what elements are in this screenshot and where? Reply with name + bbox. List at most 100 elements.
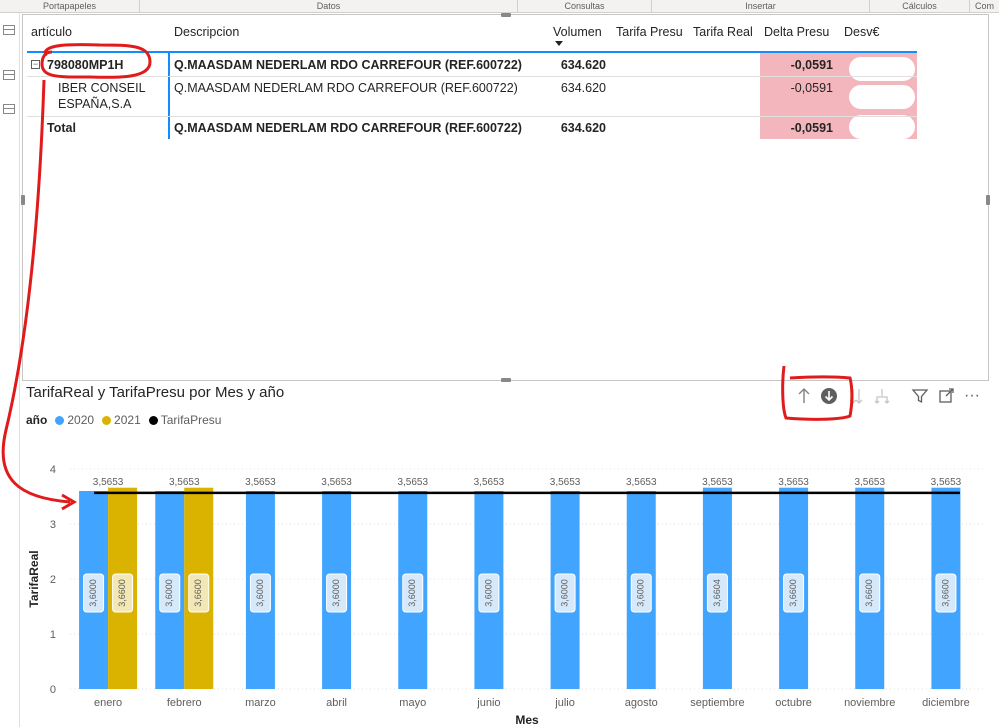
legend-item-2021[interactable]: 2021 [102, 413, 141, 427]
line-data-label: 3,5653 [931, 477, 962, 488]
more-options-icon[interactable]: ··· [962, 385, 982, 407]
bar-label-2020: 3,6000 [331, 579, 341, 607]
bar-label-2020: 3,6600 [940, 579, 950, 607]
ribbon-group-portapapeles[interactable]: Portapapeles [0, 0, 140, 13]
chart-legend: año 2020 2021 TarifaPresu [26, 413, 229, 427]
double-arrow-down-icon[interactable] [846, 385, 866, 407]
ribbon-group-calculos[interactable]: Cálculos [870, 0, 970, 13]
legend-title: año [26, 413, 48, 427]
x-tick-label: mayo [399, 697, 426, 709]
matrix-visual[interactable]: artículo Descripcion Volumen Tarifa Pres… [21, 13, 990, 382]
column-header-desv[interactable]: Desv€ [844, 25, 879, 39]
bar-label-2020: 3,6600 [864, 579, 874, 607]
x-tick-label: julio [554, 697, 575, 709]
resize-handle-right[interactable] [986, 195, 990, 205]
row-divider [27, 76, 917, 77]
filter-icon[interactable] [910, 385, 930, 407]
column-header-descripcion[interactable]: Descripcion [174, 25, 239, 39]
line-data-label: 3,5653 [93, 477, 124, 488]
drill-down-circle-icon[interactable] [819, 385, 839, 407]
data-view-icon[interactable] [3, 70, 15, 80]
ribbon-group-insertar[interactable]: Insertar [652, 0, 870, 13]
cell-articulo-child-line2[interactable]: ESPAÑA,S.A [58, 97, 131, 111]
resize-handle-top[interactable] [501, 13, 511, 17]
legend-item-2020[interactable]: 2020 [55, 413, 94, 427]
resize-handle-left[interactable] [21, 195, 25, 205]
cell-descripcion-total: Q.MAASDAM NEDERLAM RDO CARREFOUR (REF.60… [174, 121, 522, 135]
cell-articulo-child-line1[interactable]: IBER CONSEIL [58, 81, 146, 95]
column-header-volumen[interactable]: Volumen [553, 25, 602, 39]
line-data-label: 3,5653 [854, 477, 885, 488]
y-tick-label: 3 [50, 519, 56, 531]
bar-label-2020: 3,6000 [88, 579, 98, 607]
line-data-label: 3,5653 [626, 477, 657, 488]
line-data-label: 3,5653 [397, 477, 428, 488]
bar-label-2020: 3,6000 [407, 579, 417, 607]
line-data-label: 3,5653 [169, 477, 200, 488]
cell-volumen-child: 634.620 [560, 81, 606, 95]
legend-item-tarifapresu[interactable]: TarifaPresu [148, 413, 222, 427]
x-axis-title: Mes [515, 713, 539, 727]
x-tick-label: octubre [775, 697, 812, 709]
arrow-up-icon[interactable] [794, 385, 814, 407]
ribbon-group-datos[interactable]: Datos [140, 0, 518, 13]
legend-label-2020: 2020 [67, 413, 95, 427]
left-view-strip [0, 13, 20, 727]
column-chart-visual[interactable]: 0 1 2 3 4 TarifaReal Mes 3,6000 3,6600 enero 3,565… [22, 381, 989, 727]
x-tick-label: agosto [625, 697, 658, 709]
cell-descripcion-parent: Q.MAASDAM NEDERLAM RDO CARREFOUR (REF.60… [174, 58, 522, 72]
fork-icon[interactable] [872, 385, 892, 407]
sort-descending-icon [555, 41, 563, 46]
line-data-label: 3,5653 [550, 477, 581, 488]
cell-descripcion-child: Q.MAASDAM NEDERLAM RDO CARREFOUR (REF.60… [174, 81, 518, 95]
legend-label-2021: 2021 [114, 413, 141, 427]
y-tick-label: 1 [50, 629, 56, 641]
collapse-minus-icon[interactable]: − [31, 60, 40, 69]
bar-label-2020: 3,6000 [255, 579, 265, 607]
bar-label-2020: 3,6604 [712, 579, 722, 607]
x-tick-label: junio [476, 697, 500, 709]
y-tick-label: 2 [50, 574, 56, 586]
x-tick-label: enero [94, 697, 122, 709]
bar-label-2021: 3,6600 [193, 579, 203, 607]
legend-dot-tarifapresu [148, 415, 158, 425]
ribbon-group-com[interactable]: Com [970, 0, 999, 13]
line-data-label: 3,5653 [778, 477, 809, 488]
x-tick-label: febrero [167, 697, 202, 709]
y-tick-label: 0 [50, 684, 56, 696]
ribbon-group-consultas[interactable]: Consultas [518, 0, 652, 13]
cell-volumen-total: 634.620 [560, 121, 606, 135]
focus-mode-icon[interactable] [936, 385, 956, 407]
description-column-divider [168, 53, 170, 139]
column-header-delta-presu[interactable]: Delta Presu [764, 25, 829, 39]
x-tick-label: septiembre [690, 697, 744, 709]
cell-articulo-total: Total [47, 121, 76, 135]
x-tick-label: diciembre [922, 697, 970, 709]
cell-delta-child: -0,0591 [790, 81, 833, 95]
redaction-blob-1 [849, 57, 915, 81]
x-tick-label: marzo [245, 697, 276, 709]
cell-articulo-parent[interactable]: 798080MP1H [47, 58, 123, 72]
chart-title: TarifaReal y TarifaPresu por Mes y año [26, 384, 285, 401]
redaction-blob-2 [849, 85, 915, 109]
line-data-label: 3,5653 [702, 477, 733, 488]
cell-volumen-parent: 634.620 [560, 58, 606, 72]
bar-label-2020: 3,6000 [483, 579, 493, 607]
column-header-articulo[interactable]: artículo [31, 25, 72, 39]
bar-label-2020: 3,6000 [559, 579, 569, 607]
line-data-label: 3,5653 [245, 477, 276, 488]
legend-label-tarifapresu: TarifaPresu [160, 413, 222, 427]
chart-canvas: 0 1 2 3 4 TarifaReal Mes 3,6000 3,6600 enero 3,565… [27, 464, 984, 727]
redaction-blob-3 [849, 115, 915, 139]
column-header-tarifa-real[interactable]: Tarifa Real [693, 25, 753, 39]
x-tick-label: noviembre [844, 697, 895, 709]
cell-delta-parent: -0,0591 [790, 58, 833, 72]
column-header-tarifa-presu[interactable]: Tarifa Presu [616, 25, 683, 39]
report-view-icon[interactable] [3, 25, 15, 35]
model-view-icon[interactable] [3, 104, 15, 114]
bar-label-2020: 3,6600 [788, 579, 798, 607]
line-data-label: 3,5653 [474, 477, 505, 488]
legend-dot-2021 [102, 415, 112, 425]
row-divider [27, 116, 917, 117]
y-tick-label: 4 [50, 464, 56, 476]
